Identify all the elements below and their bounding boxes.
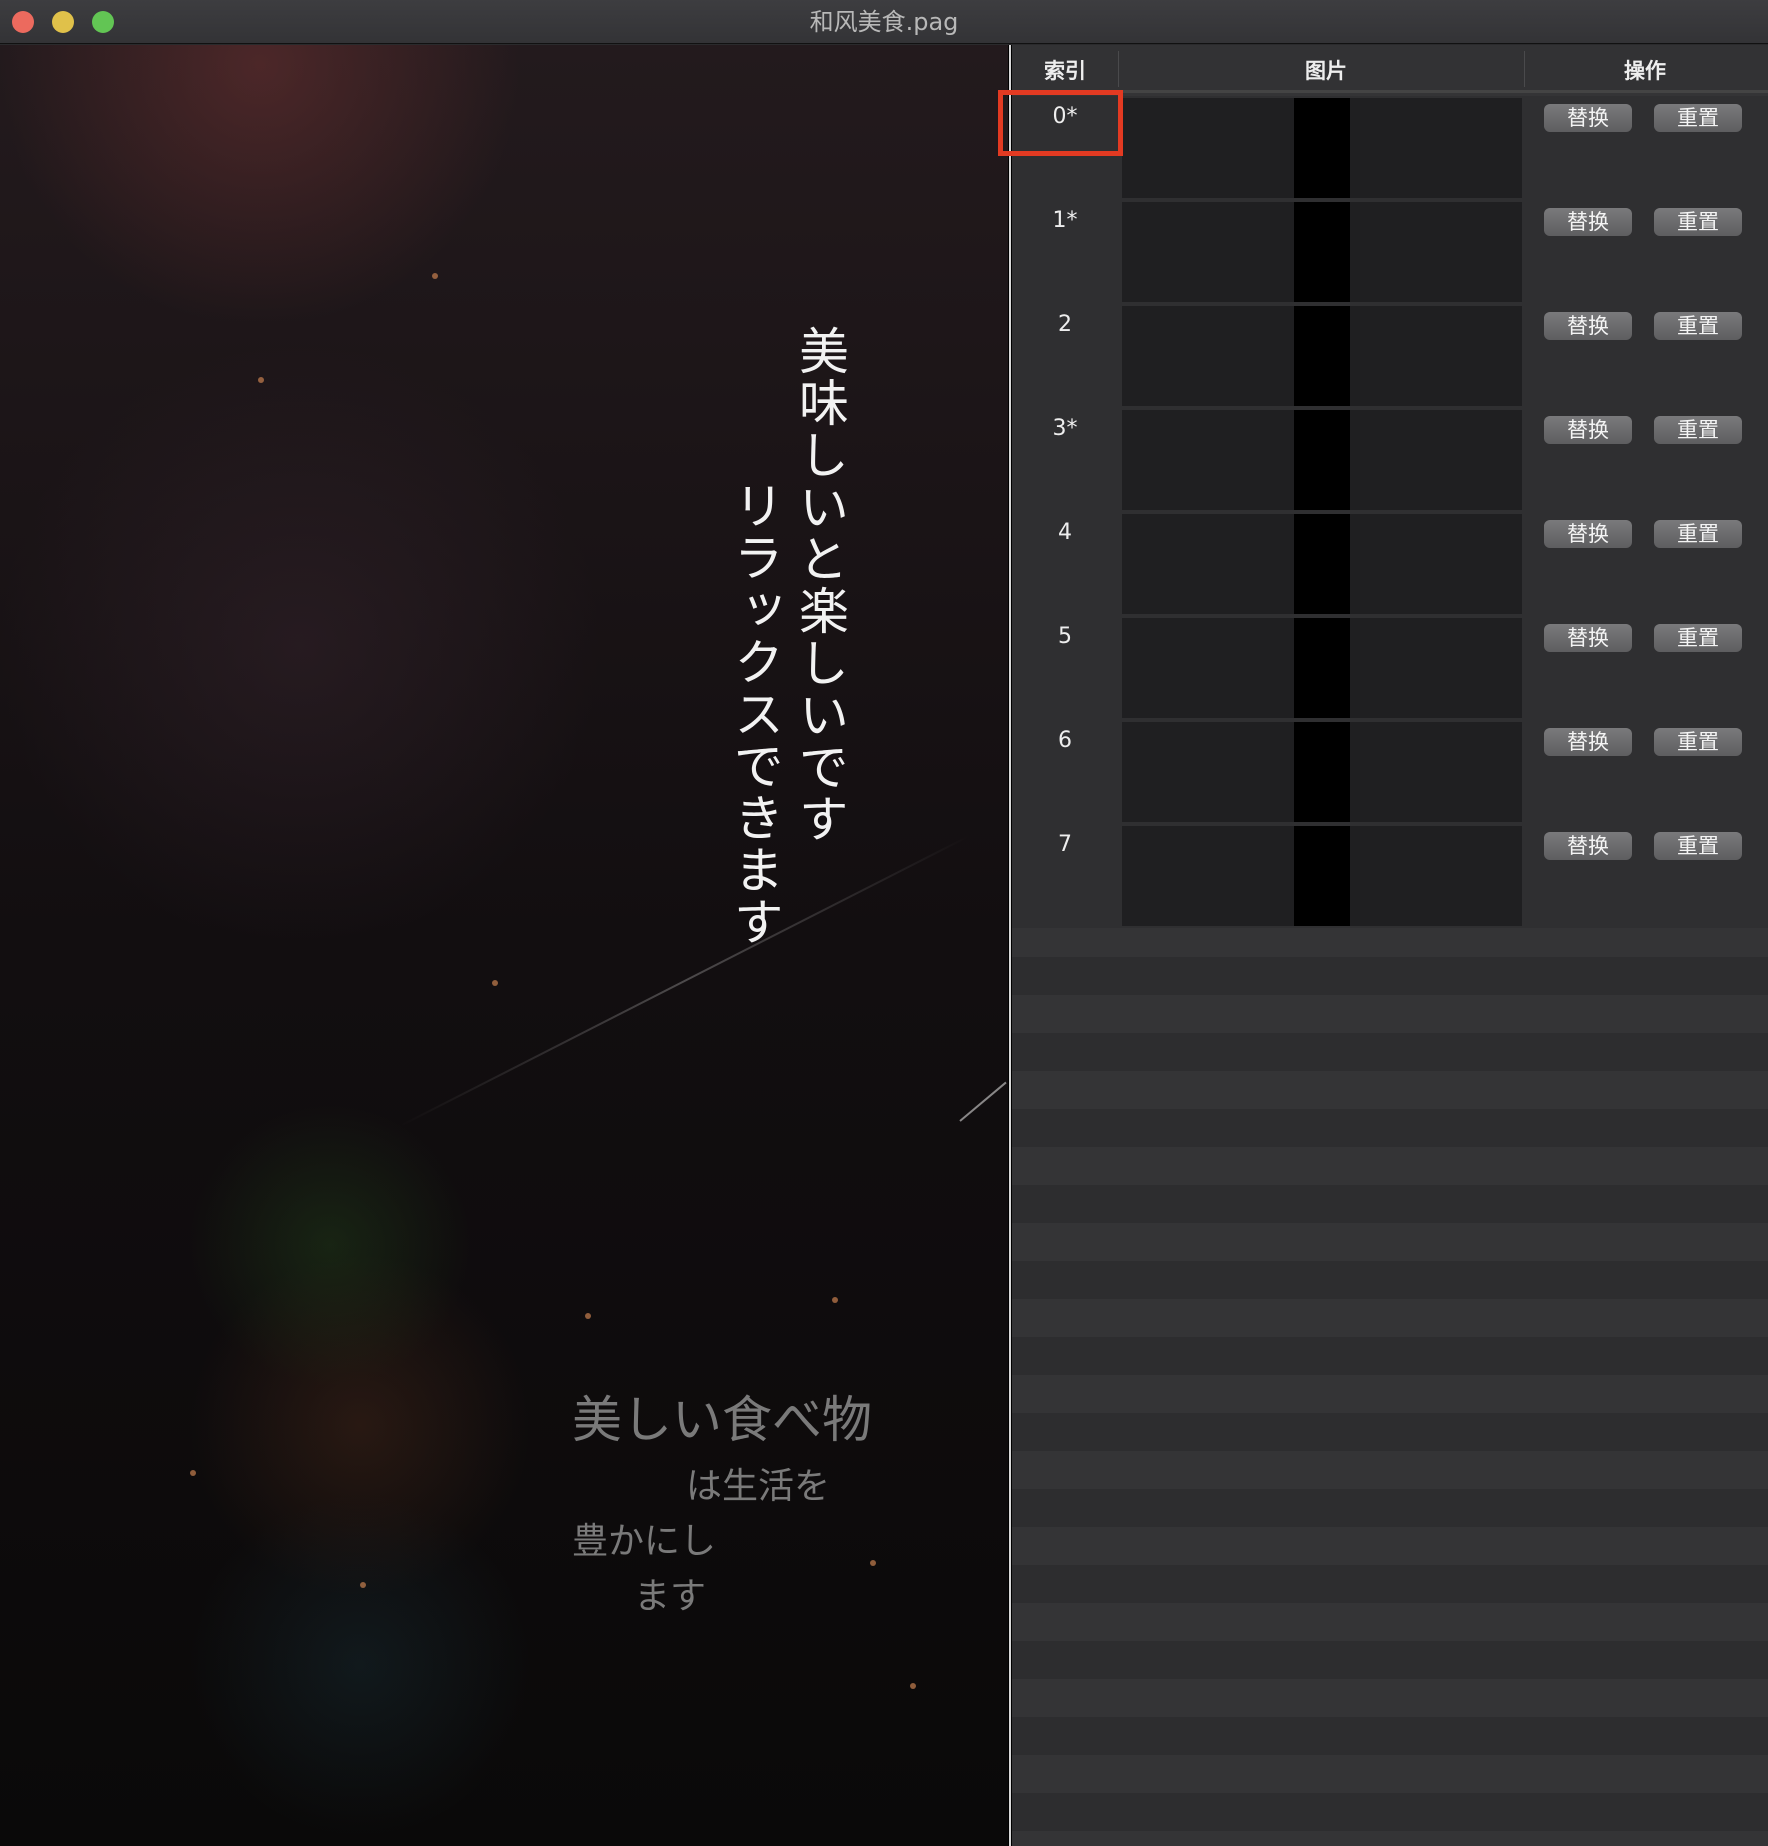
selection-highlight	[998, 90, 1123, 156]
particle	[492, 980, 498, 986]
table-header: 索引 图片 操作	[1012, 45, 1768, 93]
caption-line-2: は生活を	[686, 1466, 831, 1507]
row-index: 7	[1058, 832, 1072, 857]
image-thumbnail[interactable]	[1122, 306, 1522, 406]
image-thumbnail[interactable]	[1122, 722, 1522, 822]
image-thumbnail[interactable]	[1122, 98, 1522, 198]
vertical-caption-2: リラックスできます	[726, 480, 784, 948]
row-index: 2	[1058, 312, 1072, 337]
replace-button[interactable]: 替换	[1544, 208, 1632, 236]
table-row[interactable]: 4 替换 重置	[1012, 512, 1768, 616]
row-index: 6	[1058, 728, 1072, 753]
image-preview	[1294, 514, 1350, 614]
row-index: 4	[1058, 520, 1072, 545]
replace-button[interactable]: 替换	[1544, 624, 1632, 652]
replace-button[interactable]: 替换	[1544, 104, 1632, 132]
reset-button[interactable]: 重置	[1654, 728, 1742, 756]
image-thumbnail[interactable]	[1122, 410, 1522, 510]
row-index: 1*	[1052, 208, 1078, 233]
caption-line-4: ます	[634, 1576, 707, 1617]
particle	[910, 1683, 916, 1689]
particle	[360, 1582, 366, 1588]
column-header-index[interactable]: 索引	[1012, 55, 1118, 85]
image-thumbnail[interactable]	[1122, 202, 1522, 302]
table-row[interactable]: 2 替换 重置	[1012, 304, 1768, 408]
particle	[258, 377, 264, 383]
table-row[interactable]: 3* 替换 重置	[1012, 408, 1768, 512]
pag-preview: 美味しいと楽しいです リラックスできます 美しい食べ物 は生活を 豊かにし ます	[0, 45, 1008, 1846]
window-title: 和风美食.pag	[809, 8, 959, 36]
table-row[interactable]: 7 替换 重置	[1012, 824, 1768, 928]
layer-table: 索引 图片 操作 0* 替换 重置 1* 替换 重置 2 替换 重置 3* 替换 重置…	[1012, 45, 1768, 1846]
reset-button[interactable]: 重置	[1654, 520, 1742, 548]
image-preview	[1294, 618, 1350, 718]
replace-button[interactable]: 替换	[1544, 728, 1632, 756]
image-preview	[1294, 826, 1350, 926]
image-thumbnail[interactable]	[1122, 514, 1522, 614]
table-row[interactable]: 6 替换 重置	[1012, 720, 1768, 824]
reset-button[interactable]: 重置	[1654, 624, 1742, 652]
particle	[585, 1313, 591, 1319]
light-streak	[399, 834, 971, 1127]
reset-button[interactable]: 重置	[1654, 104, 1742, 132]
reset-button[interactable]: 重置	[1654, 312, 1742, 340]
light-streak	[959, 1081, 1007, 1122]
row-index: 3*	[1052, 416, 1078, 441]
column-header-image[interactable]: 图片	[1119, 55, 1533, 85]
vertical-caption-1: 美味しいと楽しいです	[791, 325, 849, 845]
particle	[190, 1470, 196, 1476]
image-thumbnail[interactable]	[1122, 826, 1522, 926]
replace-button[interactable]: 替换	[1544, 416, 1632, 444]
image-thumbnail[interactable]	[1122, 618, 1522, 718]
particle	[832, 1297, 838, 1303]
image-preview	[1294, 306, 1350, 406]
table-row[interactable]: 0* 替换 重置	[1012, 96, 1768, 200]
image-preview	[1294, 722, 1350, 822]
image-preview	[1294, 410, 1350, 510]
reset-button[interactable]: 重置	[1654, 208, 1742, 236]
replace-button[interactable]: 替换	[1544, 832, 1632, 860]
row-index: 5	[1058, 624, 1072, 649]
reset-button[interactable]: 重置	[1654, 832, 1742, 860]
particle	[870, 1560, 876, 1566]
table-row[interactable]: 5 替换 重置	[1012, 616, 1768, 720]
image-preview	[1294, 98, 1350, 198]
table-row[interactable]: 1* 替换 重置	[1012, 200, 1768, 304]
replace-button[interactable]: 替换	[1544, 520, 1632, 548]
caption-line-1: 美しい食べ物	[572, 1391, 872, 1449]
replace-button[interactable]: 替换	[1544, 312, 1632, 340]
reset-button[interactable]: 重置	[1654, 416, 1742, 444]
title-bar: 和风美食.pag	[0, 0, 1768, 44]
column-header-actions[interactable]: 操作	[1525, 55, 1765, 85]
caption-line-3: 豊かにし	[572, 1521, 717, 1562]
image-preview	[1294, 202, 1350, 302]
particle	[432, 273, 438, 279]
